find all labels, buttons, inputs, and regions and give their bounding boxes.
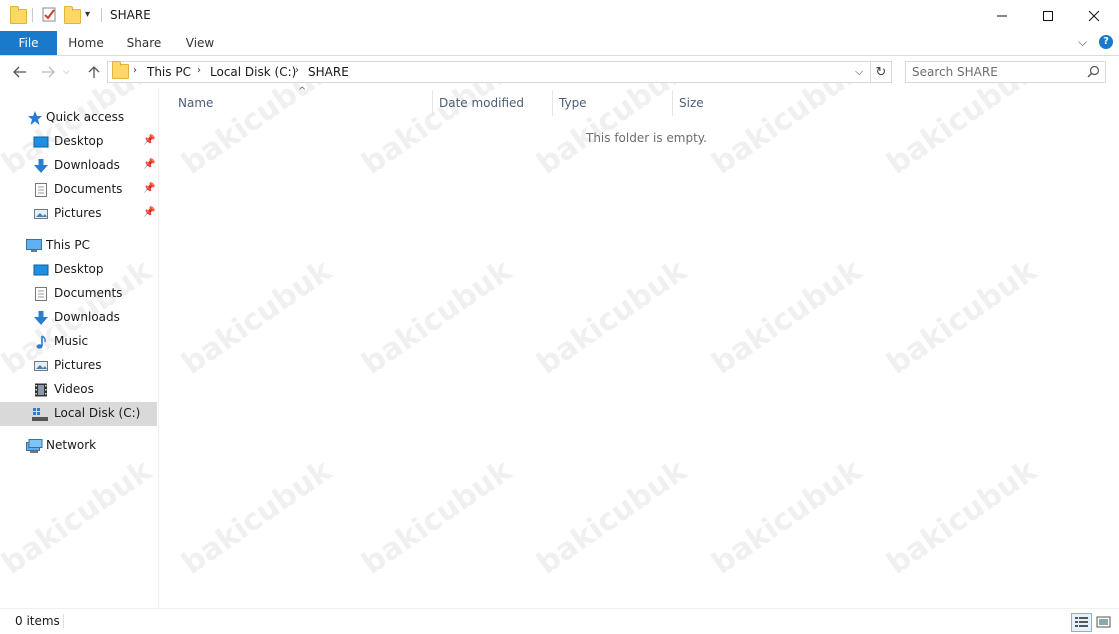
breadcrumb-share[interactable]: SHARE xyxy=(308,65,349,79)
ribbon-expand-icon[interactable]: ⌵ xyxy=(1078,35,1087,50)
document-icon xyxy=(33,182,49,198)
navigation-bar: ⌵ › This PC › Local Disk (C:) › SHARE ⌵ … xyxy=(0,56,1119,88)
close-button[interactable] xyxy=(1071,0,1117,31)
sidebar-item-label: Network xyxy=(46,438,97,452)
folder-icon xyxy=(10,6,27,24)
item-count: 0 items xyxy=(15,614,60,628)
folder-icon xyxy=(112,61,129,80)
sidebar-item-documents[interactable]: Documents xyxy=(0,282,157,306)
sidebar-item-pictures-quick[interactable]: Pictures 📌 xyxy=(0,202,157,226)
computer-icon xyxy=(25,238,42,254)
sidebar-item-desktop-quick[interactable]: Desktop 📌 xyxy=(0,130,157,154)
chevron-right-icon[interactable]: › xyxy=(197,65,201,76)
music-icon xyxy=(33,334,49,350)
new-folder-icon[interactable] xyxy=(64,6,81,24)
large-icons-view-button[interactable] xyxy=(1093,613,1114,632)
sidebar-item-label: Pictures xyxy=(54,206,102,220)
download-icon xyxy=(33,310,49,326)
window-title: SHARE xyxy=(110,8,151,22)
sidebar-item-videos[interactable]: Videos xyxy=(0,378,157,402)
breadcrumb-local-disk[interactable]: Local Disk (C:) xyxy=(210,65,296,79)
column-header-name[interactable]: Name xyxy=(178,96,213,110)
details-view-button[interactable] xyxy=(1071,613,1092,632)
toolbar-separator xyxy=(101,8,102,22)
sidebar-item-label: Desktop xyxy=(54,262,104,276)
network-icon xyxy=(25,438,43,454)
download-icon xyxy=(33,158,49,174)
sidebar-item-label: This PC xyxy=(46,238,90,252)
sidebar-item-network[interactable]: Network xyxy=(0,434,157,458)
pictures-icon xyxy=(33,358,49,374)
breadcrumb-this-pc[interactable]: This PC xyxy=(147,65,191,79)
document-icon xyxy=(33,286,49,302)
customize-toolbar-icon[interactable]: ▾ xyxy=(85,9,90,20)
pane-divider[interactable] xyxy=(158,88,159,608)
column-divider[interactable] xyxy=(432,90,433,116)
sidebar-item-downloads-quick[interactable]: Downloads 📌 xyxy=(0,154,157,178)
column-divider[interactable] xyxy=(552,90,553,116)
chevron-right-icon[interactable]: › xyxy=(133,65,137,76)
file-list[interactable]: ^ Name Date modified Type Size This fold… xyxy=(160,86,1118,606)
status-separator xyxy=(63,614,64,628)
address-bar[interactable]: › This PC › Local Disk (C:) › SHARE ⌵ xyxy=(107,61,871,83)
sidebar-item-label: Local Disk (C:) xyxy=(54,406,141,420)
desktop-icon xyxy=(33,262,49,278)
pin-icon: 📌 xyxy=(143,183,156,194)
tab-view[interactable]: View xyxy=(178,31,222,55)
pin-icon: 📌 xyxy=(143,135,156,146)
status-bar: 0 items xyxy=(0,608,1119,634)
empty-folder-message: This folder is empty. xyxy=(586,131,707,145)
tab-file[interactable]: File xyxy=(0,31,57,55)
address-history-icon[interactable]: ⌵ xyxy=(855,65,863,79)
navigation-pane: Quick access Desktop 📌 Downloads 📌 Docum… xyxy=(0,96,158,606)
recent-locations-icon[interactable]: ⌵ xyxy=(63,67,70,77)
up-button[interactable] xyxy=(84,62,104,82)
sidebar-item-label: Desktop xyxy=(54,134,104,148)
sort-ascending-icon: ^ xyxy=(298,86,307,97)
refresh-button[interactable]: ↻ xyxy=(871,61,892,83)
title-bar: ▾ SHARE xyxy=(0,0,1119,31)
sidebar-item-label: Quick access xyxy=(46,110,125,124)
sidebar-item-label: Downloads xyxy=(54,158,120,172)
search-box[interactable] xyxy=(905,61,1106,83)
column-header-date-modified[interactable]: Date modified xyxy=(439,96,524,110)
pictures-icon xyxy=(33,206,49,222)
maximize-button[interactable] xyxy=(1025,0,1071,31)
back-button[interactable] xyxy=(10,62,30,82)
video-icon xyxy=(33,382,49,398)
sidebar-item-quick-access[interactable]: Quick access xyxy=(0,106,157,130)
chevron-right-icon[interactable]: › xyxy=(295,65,299,76)
sidebar-item-documents-quick[interactable]: Documents 📌 xyxy=(0,178,157,202)
forward-button[interactable] xyxy=(38,62,58,82)
help-icon[interactable]: ? xyxy=(1099,35,1113,49)
sidebar-item-label: Music xyxy=(54,334,89,348)
sidebar-item-music[interactable]: Music xyxy=(0,330,157,354)
minimize-button[interactable] xyxy=(979,0,1025,31)
search-icon[interactable] xyxy=(1087,65,1100,81)
column-header-type[interactable]: Type xyxy=(559,96,587,110)
ribbon-tabs: File Home Share View ⌵ ? xyxy=(0,31,1119,56)
sidebar-item-pictures[interactable]: Pictures xyxy=(0,354,157,378)
column-header-size[interactable]: Size xyxy=(679,96,704,110)
properties-icon[interactable] xyxy=(42,7,57,22)
sidebar-item-desktop[interactable]: Desktop xyxy=(0,258,157,282)
sidebar-item-label: Pictures xyxy=(54,358,102,372)
toolbar-separator xyxy=(32,8,33,22)
sidebar-item-label: Downloads xyxy=(54,310,120,324)
sidebar-item-downloads[interactable]: Downloads xyxy=(0,306,157,330)
drive-icon xyxy=(31,406,48,422)
tab-share[interactable]: Share xyxy=(120,31,168,55)
tab-home[interactable]: Home xyxy=(62,31,110,55)
desktop-icon xyxy=(33,134,49,150)
search-input[interactable] xyxy=(912,64,1082,80)
pin-icon: 📌 xyxy=(143,159,156,170)
sidebar-item-label: Documents xyxy=(54,286,123,300)
sidebar-item-label: Videos xyxy=(54,382,94,396)
sidebar-item-label: Documents xyxy=(54,182,123,196)
pin-icon: 📌 xyxy=(143,207,156,218)
column-divider[interactable] xyxy=(672,90,673,116)
star-icon xyxy=(27,110,43,126)
sidebar-item-local-disk[interactable]: Local Disk (C:) xyxy=(0,402,157,426)
sidebar-item-this-pc[interactable]: This PC xyxy=(0,234,157,258)
